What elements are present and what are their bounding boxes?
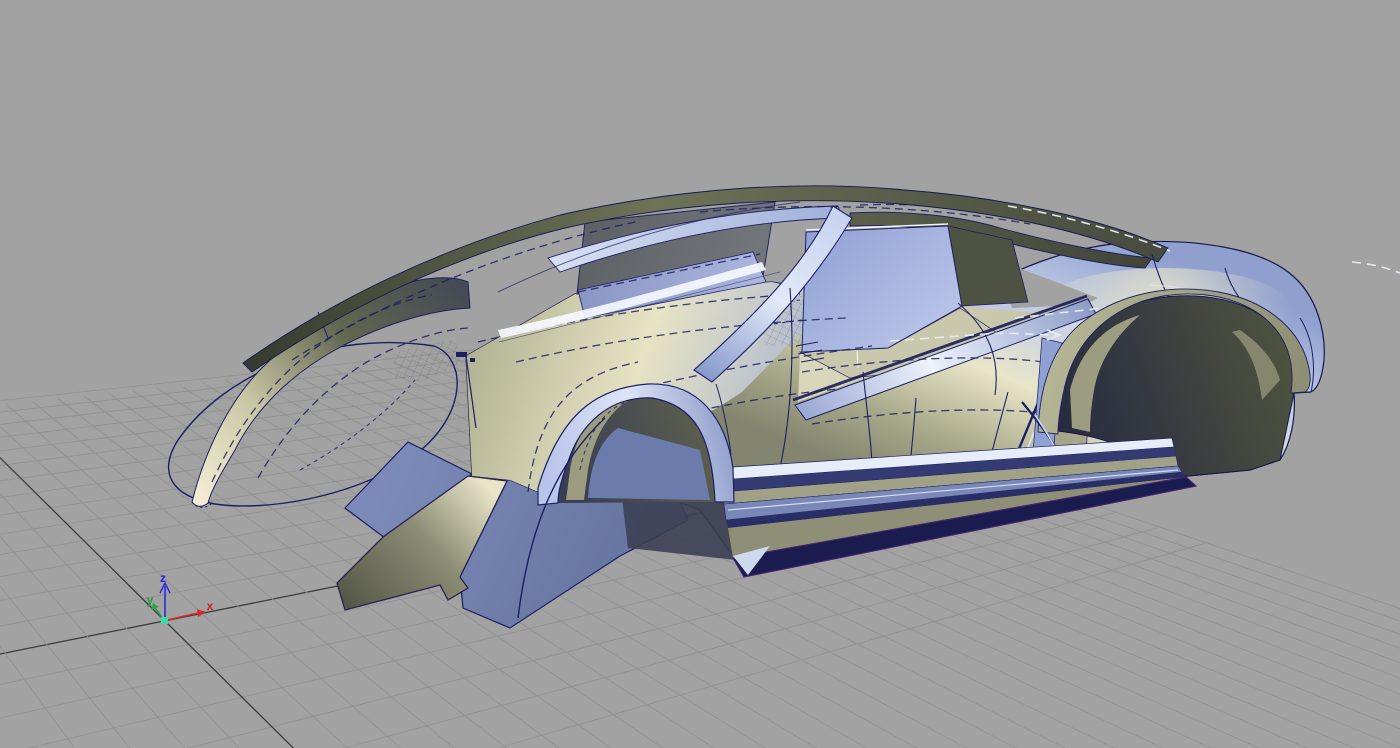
- car-model-surfaces[interactable]: [169, 186, 1400, 628]
- axis-gizmo: z x y: [147, 571, 214, 624]
- axis-label-z: z: [160, 571, 166, 585]
- x-axis-line: [167, 613, 198, 620]
- axis-label-x: x: [207, 599, 214, 613]
- viewport-canvas[interactable]: z x y: [0, 0, 1400, 748]
- connector-mark: [456, 352, 467, 357]
- connector-mark: [470, 358, 475, 362]
- axis-label-y: y: [147, 593, 154, 607]
- ghost-mesh-patch: [393, 340, 470, 382]
- origin-marker: [161, 617, 168, 624]
